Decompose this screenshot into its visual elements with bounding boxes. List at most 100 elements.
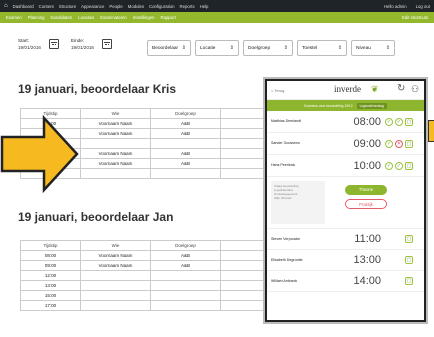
hello-user[interactable]: Hello admin	[384, 4, 407, 9]
check-icon[interactable]: ✓	[385, 139, 393, 148]
candidate-name: Steven Verpoucke	[271, 236, 301, 241]
user-icon[interactable]: ⚇	[411, 84, 419, 95]
col-wie: Wie	[80, 108, 151, 119]
cell-who	[80, 270, 151, 281]
check-icon[interactable]: ✓	[385, 161, 393, 170]
practice-button[interactable]: Praktijk	[345, 199, 387, 209]
cell-group	[150, 290, 221, 301]
note-icon[interactable]: ▢	[405, 256, 413, 264]
shortcut-nav: Examen Planning Kandidaten Locaties Exam…	[0, 12, 434, 23]
section-title: 19 januari, beoordelaar Jan	[18, 210, 174, 224]
back-link[interactable]: < Terug	[271, 88, 284, 93]
nav-examen[interactable]: Examen	[6, 15, 22, 20]
nav-examinatoren[interactable]: Examinatoren	[100, 15, 127, 20]
end-label: Einde:	[71, 38, 85, 43]
theory-button[interactable]: Theorie	[345, 185, 387, 195]
end-date-field[interactable]: Einde: 19/01/2016	[71, 38, 94, 50]
start-value[interactable]: 19/01/2016	[18, 45, 41, 50]
logo-text: inverde	[334, 84, 361, 94]
check-icon[interactable]: ✓	[395, 117, 403, 126]
chevron-icon: ⇕	[283, 45, 288, 51]
cell-group: A&B	[150, 118, 221, 129]
candidate-time: 13:00	[353, 254, 381, 266]
col-doelgroep: Doelgroep	[150, 108, 221, 119]
edit-shortcuts-link[interactable]: Edit shortcuts	[402, 15, 428, 20]
candidate-row[interactable]: Hans Peerlinck 10:00 ✓ ✓ ▢	[267, 155, 424, 177]
detail-card: Vraag beoordeling Logo/identiteit Contac…	[271, 181, 325, 224]
cell-group	[150, 138, 221, 149]
admin-menu-people[interactable]: People	[109, 4, 122, 9]
select-niveau[interactable]: Niveau ⇕	[351, 40, 395, 56]
candidate-time: 10:00	[353, 159, 381, 172]
admin-menu-modules[interactable]: Modules	[128, 4, 144, 9]
col-doelgroep: Doelgroep	[150, 240, 221, 251]
nav-locaties[interactable]: Locaties	[78, 15, 94, 20]
note-icon[interactable]: ▢	[405, 235, 413, 243]
cell-group: A&B	[150, 148, 221, 159]
refresh-icon[interactable]: ↻	[397, 83, 405, 94]
candidate-name: Hans Peerlinck	[271, 163, 296, 168]
cell-who: Voornaam Naam	[80, 158, 151, 169]
start-date-field[interactable]: Start: 19/01/2016	[18, 38, 41, 50]
candidate-time: 08:00	[353, 115, 381, 128]
phone-header: < Terug inverde ❦ ↻ ⚇	[267, 81, 424, 100]
select-toestel[interactable]: Toestel ⇕	[297, 40, 347, 56]
end-value[interactable]: 19/01/2016	[71, 45, 94, 50]
note-icon[interactable]: ▢	[405, 277, 413, 285]
candidate-row[interactable]: William Antineck 14:00 ▢	[267, 271, 424, 292]
calendar-icon[interactable]	[102, 39, 112, 49]
cell-time: 08:00	[20, 250, 81, 261]
cell-time: 12:00	[20, 270, 81, 281]
cross-icon[interactable]: ✕	[395, 139, 403, 148]
tab-logbook[interactable]: Logboek/verslag	[356, 102, 387, 109]
note-icon[interactable]: ▢	[405, 161, 413, 170]
candidate-time: 11:00	[354, 233, 381, 245]
cell-group: A&B	[150, 250, 221, 261]
cell-who	[80, 280, 151, 291]
candidate-row[interactable]: Sander Goossens 09:00 ✓ ✕ ▢	[267, 133, 424, 155]
admin-menu-content[interactable]: Content	[39, 4, 54, 9]
home-icon[interactable]: ⌂	[4, 3, 8, 9]
cell-group	[150, 270, 221, 281]
select-label: Toestel	[302, 45, 318, 51]
cell-who	[80, 290, 151, 301]
nav-rapport[interactable]: Rapport	[161, 15, 176, 20]
tab-exams[interactable]: Examens voor beoordeling 19/12	[304, 104, 352, 108]
note-icon[interactable]: ▢	[405, 117, 413, 126]
cell-who	[80, 300, 151, 311]
candidate-row[interactable]: Steven Verpoucke 11:00 ▢	[267, 229, 424, 250]
cell-time: 13:00	[20, 280, 81, 291]
cell-time: 09:00	[20, 260, 81, 271]
candidate-time: 14:00	[353, 275, 381, 287]
check-icon[interactable]: ✓	[385, 117, 393, 126]
candidate-row[interactable]: Matthias Deerlandt 08:00 ✓ ✓ ▢	[267, 111, 424, 133]
calendar-icon[interactable]	[49, 39, 59, 49]
start-label: Start:	[18, 38, 29, 43]
candidate-row[interactable]: Elisabeth Degrootte 13:00 ▢	[267, 250, 424, 271]
nav-instellingen[interactable]: Instellingen	[133, 15, 155, 20]
admin-menu-configuration[interactable]: Configuration	[149, 4, 175, 9]
admin-menu-structure[interactable]: Structure	[59, 4, 76, 9]
nav-kandidaten[interactable]: Kandidaten	[51, 15, 73, 20]
check-icon[interactable]: ✓	[395, 161, 403, 170]
candidate-detail: Vraag beoordeling Logo/identiteit Contac…	[267, 177, 424, 229]
col-tijdstip: Tijdstip	[20, 240, 81, 251]
candidate-name: Matthias Deerlandt	[271, 119, 302, 124]
admin-menu-reports[interactable]: Reports	[180, 4, 195, 9]
cell-who: Voornaam Naam	[80, 250, 151, 261]
cell-group: A&B	[150, 260, 221, 271]
select-locatie[interactable]: Locatie ⇕	[195, 40, 239, 56]
candidate-name: Elisabeth Degrootte	[271, 257, 303, 262]
admin-menu-dashboard[interactable]: Dashboard	[13, 4, 34, 9]
select-label: Doelgroep	[248, 45, 271, 51]
admin-menu-appearance[interactable]: Appearance	[81, 4, 104, 9]
select-label: Niveau	[356, 45, 371, 51]
cell-group	[150, 300, 221, 311]
admin-menu-help[interactable]: Help	[200, 4, 209, 9]
note-icon[interactable]: ▢	[405, 139, 413, 148]
select-doelgroep[interactable]: Doelgroep ⇕	[243, 40, 293, 56]
cell-time: 17:00	[20, 300, 81, 311]
select-beoordelaar[interactable]: Beoordelaar ⇕	[147, 40, 191, 56]
nav-planning[interactable]: Planning	[28, 15, 45, 20]
logout-link[interactable]: Log out	[416, 4, 430, 9]
